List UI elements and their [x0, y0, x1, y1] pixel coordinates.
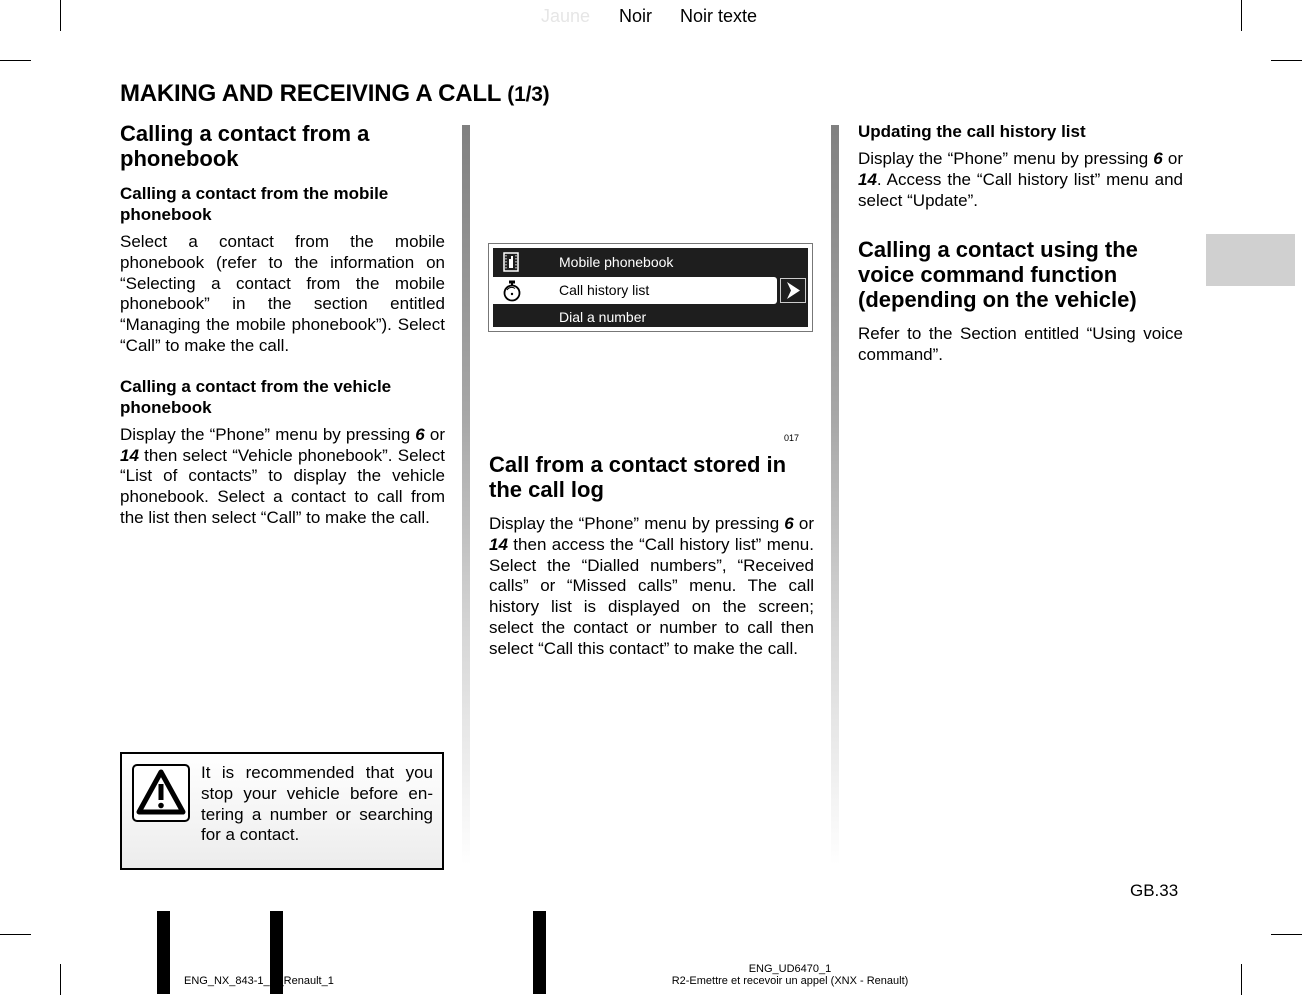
registration-bar	[270, 911, 283, 994]
footer-left-code: ENG_NX_843-1_N_Renault_1	[184, 975, 334, 987]
warning-box: It is recommended that you stop your veh…	[120, 752, 444, 870]
body-text: Display the “Phone” menu by press­ing 6 …	[120, 425, 445, 529]
warning-text: It is recommended that you stop your veh…	[201, 763, 433, 845]
key-number: 6	[415, 424, 425, 444]
key-number: 14	[120, 445, 139, 465]
crop-mark	[1271, 60, 1302, 61]
footer-right-line2: R2-Emettre et recevoir un appel (XNX - R…	[671, 975, 909, 987]
screen-illustration: Mobile phonebook Call history list Dial …	[488, 243, 813, 332]
key-number: 6	[1153, 149, 1163, 168]
footer-left-text-tail: _Renault_1	[277, 975, 334, 987]
warning-triangle-icon	[132, 764, 190, 822]
image-reference-number: 017	[784, 433, 800, 443]
page-title-suffix: (1/3)	[507, 83, 550, 106]
text-run: or	[1162, 149, 1183, 168]
subsection-heading: Updating the call history list	[858, 122, 1086, 141]
body-text: Refer to the Section entitled “Using voi…	[858, 324, 1183, 365]
key-number: 14	[489, 534, 508, 554]
separation-label-jaune: Jaune	[541, 6, 591, 26]
footer-right-code: ENG_UD6470_1 R2-Emettre et recevoir un a…	[640, 963, 940, 987]
text-run: Display the “Phone” menu by press­ing	[489, 514, 785, 533]
chevron-right-icon	[780, 278, 806, 303]
key-number: 14	[858, 169, 877, 189]
crop-mark	[0, 934, 31, 935]
body-text: Display the “Phone” menu by press­ing 6 …	[489, 514, 814, 660]
menu-item-label: Dial a number	[559, 309, 647, 325]
separation-label-noir: Noir	[619, 6, 653, 26]
text-run: Display the “Phone” menu by press­ing	[120, 424, 416, 444]
page-title-main: MAKING AND RECEIVING A CALL	[120, 80, 501, 107]
registration-bar	[533, 911, 546, 994]
column-1: Calling a contact from a phonebook Calli…	[120, 121, 445, 529]
text-run: . Access the “Call history list” menu an…	[858, 169, 1183, 210]
menu-item-dial-a-number: Dial a number	[493, 304, 808, 330]
column-divider	[831, 125, 839, 865]
menu-item-label: Call history list	[559, 282, 650, 298]
crop-mark	[0, 60, 31, 61]
text-run: or	[424, 424, 445, 444]
phone-menu-screen: Mobile phonebook Call history list Dial …	[492, 247, 809, 328]
column-divider	[462, 125, 470, 865]
crop-mark	[60, 964, 61, 995]
column-3: Updating the call history list Display t…	[858, 121, 1183, 366]
page-title: MAKING AND RECEIVING A CALL (1/3)	[120, 80, 550, 108]
text-run: Display the “Phone” menu by press­ing	[858, 149, 1154, 168]
crop-mark	[60, 0, 61, 31]
menu-item-call-history-list: Call history list	[493, 277, 808, 304]
section-heading: Calling a contact from a phonebook	[120, 121, 370, 171]
key-number: 6	[784, 514, 794, 533]
menu-item-label: Mobile phonebook	[559, 254, 674, 270]
chapter-thumb-tab	[1206, 234, 1295, 286]
phonebook-icon	[501, 252, 523, 272]
subsection-heading: Calling a contact from the mobile phoneb…	[120, 184, 389, 224]
crop-mark	[1241, 0, 1242, 31]
crop-mark	[1241, 964, 1242, 995]
menu-item-mobile-phonebook: Mobile phonebook	[493, 249, 808, 275]
text-run: then select “Vehicle phone­book”. Select…	[120, 445, 445, 527]
separation-label-noir-texte: Noir texte	[680, 6, 758, 26]
registration-bar	[157, 911, 170, 994]
column-2: Call from a contact stored in the call l…	[489, 452, 814, 660]
text-run: or	[793, 514, 814, 533]
page-number: GB.33	[1130, 881, 1179, 900]
crop-mark	[1271, 934, 1302, 935]
footer-right-line1: ENG_UD6470_1	[748, 963, 832, 975]
section-heading: Call from a contact stored in the call l…	[489, 452, 787, 502]
body-text: Select a contact from the mobile phonebo…	[120, 232, 445, 355]
stopwatch-icon	[501, 280, 523, 302]
section-heading: Calling a contact using the voice comman…	[858, 237, 1138, 313]
body-text: Display the “Phone” menu by press­ing 6 …	[858, 149, 1183, 211]
subsection-heading: Calling a contact from the vehicle phone…	[120, 376, 392, 417]
footer-left-text: ENG_NX_843-1_N	[184, 975, 278, 987]
text-run: then access the “Call his­tory list” men…	[489, 534, 814, 658]
